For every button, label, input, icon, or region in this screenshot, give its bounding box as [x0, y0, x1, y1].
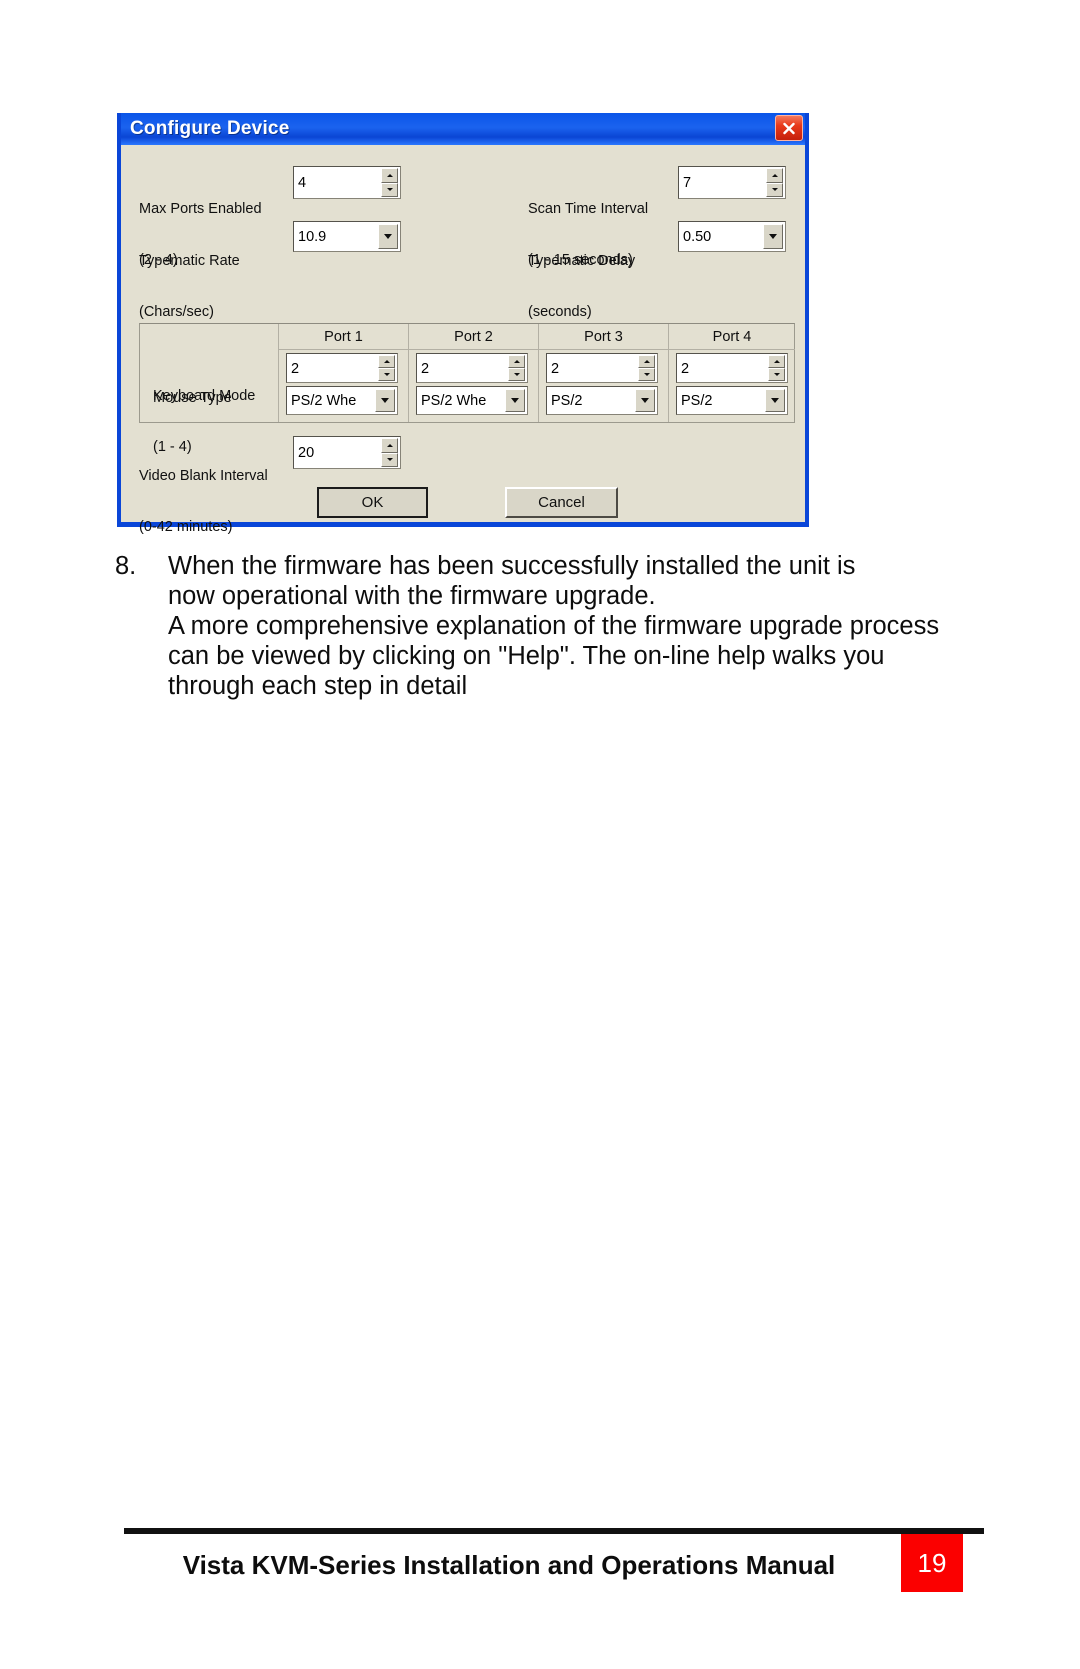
chevron-down-icon[interactable] — [635, 389, 655, 412]
step-line-2: now operational with the firmware upgrad… — [168, 582, 656, 610]
scan-time-spin-arrows[interactable] — [766, 168, 783, 197]
chevron-down-icon[interactable] — [378, 224, 398, 249]
spin-down-icon[interactable] — [381, 452, 398, 467]
spin-up-icon[interactable] — [508, 355, 525, 368]
spin-arrows[interactable] — [768, 355, 785, 381]
chevron-down-icon[interactable] — [763, 224, 783, 249]
spin-down-icon[interactable] — [768, 368, 785, 381]
typematic-rate-value: 10.9 — [298, 228, 327, 245]
spin-down-icon[interactable] — [508, 368, 525, 381]
ports-table: Port 1 Port 2 Port 3 Port 4 Keyboard Mod… — [139, 323, 795, 455]
mouse-type-label: Mouse Type — [153, 390, 232, 406]
typematic-delay-select[interactable]: 0.50 — [678, 221, 786, 252]
keyboard-mode-value-port-3: 2 — [551, 360, 560, 377]
typematic-delay-value: 0.50 — [683, 228, 712, 245]
spin-up-icon[interactable] — [638, 355, 655, 368]
spin-arrows[interactable] — [638, 355, 655, 381]
mouse-type-select-port-3[interactable]: PS/2 — [546, 386, 658, 415]
video-blank-stepper[interactable]: 20 — [293, 436, 401, 469]
mouse-type-select-port-4[interactable]: PS/2 — [676, 386, 788, 415]
typematic-delay-label-line2: (seconds) — [528, 304, 592, 320]
dialog-titlebar[interactable]: Configure Device — [121, 113, 805, 145]
typematic-rate-select[interactable]: 10.9 — [293, 221, 401, 252]
max-ports-label-line1: Max Ports Enabled — [139, 201, 262, 217]
chevron-down-icon[interactable] — [505, 389, 525, 412]
scan-time-value: 7 — [683, 175, 692, 192]
port-3-header: Port 3 — [539, 325, 668, 350]
step-line-1: When the firmware has been successfully … — [168, 552, 856, 580]
step-line-4: can be viewed by clicking on "Help". The… — [168, 642, 885, 670]
footer-divider — [124, 1528, 984, 1534]
spin-up-icon[interactable] — [378, 355, 395, 368]
step-row: 8. When the firmware has been successful… — [115, 551, 975, 701]
spin-arrows[interactable] — [378, 355, 395, 381]
mouse-type-select-port-1[interactable]: PS/2 Whe — [286, 386, 398, 415]
spin-down-icon[interactable] — [378, 368, 395, 381]
scan-time-label-line1: Scan Time Interval — [528, 201, 649, 217]
mouse-type-select-port-2[interactable]: PS/2 Whe — [416, 386, 528, 415]
video-blank-spin-arrows[interactable] — [381, 438, 398, 467]
step-text: When the firmware has been successfully … — [168, 551, 975, 701]
close-icon[interactable] — [775, 115, 803, 141]
max-ports-spin-arrows[interactable] — [381, 168, 398, 197]
keyboard-mode-stepper-port-1[interactable]: 2 — [286, 353, 398, 383]
video-blank-label-line1: Video Blank Interval — [139, 468, 268, 484]
keyboard-mode-value-port-2: 2 — [421, 360, 430, 377]
page-number-badge: 19 — [901, 1534, 963, 1592]
keyboard-mode-stepper-port-2[interactable]: 2 — [416, 353, 528, 383]
max-ports-stepper[interactable]: 4 — [293, 166, 401, 199]
typematic-delay-label-line1: Typematic Delay — [528, 253, 636, 269]
ok-button[interactable]: OK — [317, 487, 428, 518]
mouse-type-value-port-4: PS/2 — [681, 392, 713, 409]
mouse-type-value-port-1: PS/2 Whe — [291, 392, 357, 409]
dialog-body: Max Ports Enabled (2 - 4) 4 Scan Time In… — [121, 145, 805, 535]
cancel-button[interactable]: Cancel — [505, 487, 618, 518]
step-line-5: through each step in detail — [168, 672, 468, 700]
port-2-header: Port 2 — [409, 325, 538, 350]
video-blank-label-line2: (0-42 minutes) — [139, 519, 233, 535]
step-number: 8. — [115, 552, 137, 580]
port-4-header: Port 4 — [669, 325, 795, 350]
step-line-3: A more comprehensive explanation of the … — [168, 612, 940, 640]
spin-down-icon[interactable] — [381, 182, 398, 197]
chevron-down-icon[interactable] — [765, 389, 785, 412]
chevron-down-icon[interactable] — [375, 389, 395, 412]
keyboard-mode-value-port-1: 2 — [291, 360, 300, 377]
port-1-header: Port 1 — [279, 325, 408, 350]
spin-up-icon[interactable] — [381, 438, 398, 453]
scan-time-stepper[interactable]: 7 — [678, 166, 786, 199]
spin-up-icon[interactable] — [768, 355, 785, 368]
instruction-step-8: 8. When the firmware has been successful… — [115, 551, 975, 701]
video-blank-label: Video Blank Interval (0-42 minutes) — [139, 434, 268, 570]
spin-down-icon[interactable] — [766, 182, 783, 197]
footer-title: Vista KVM-Series Installation and Operat… — [182, 1550, 836, 1580]
video-blank-value: 20 — [298, 445, 315, 462]
dialog-title: Configure Device — [130, 118, 290, 139]
mouse-type-value-port-2: PS/2 Whe — [421, 392, 487, 409]
configure-device-dialog: Configure Device Max Ports Enabled (2 - … — [117, 113, 809, 535]
max-ports-value: 4 — [298, 175, 307, 192]
spin-arrows[interactable] — [508, 355, 525, 381]
keyboard-mode-value-port-4: 2 — [681, 360, 690, 377]
spin-up-icon[interactable] — [381, 168, 398, 183]
mouse-type-value-port-3: PS/2 — [551, 392, 583, 409]
typematic-rate-label-line1: Typematic Rate — [139, 253, 240, 269]
spin-up-icon[interactable] — [766, 168, 783, 183]
typematic-rate-label-line2: (Chars/sec) — [139, 304, 214, 320]
keyboard-mode-stepper-port-3[interactable]: 2 — [546, 353, 658, 383]
spin-down-icon[interactable] — [638, 368, 655, 381]
keyboard-mode-stepper-port-4[interactable]: 2 — [676, 353, 788, 383]
